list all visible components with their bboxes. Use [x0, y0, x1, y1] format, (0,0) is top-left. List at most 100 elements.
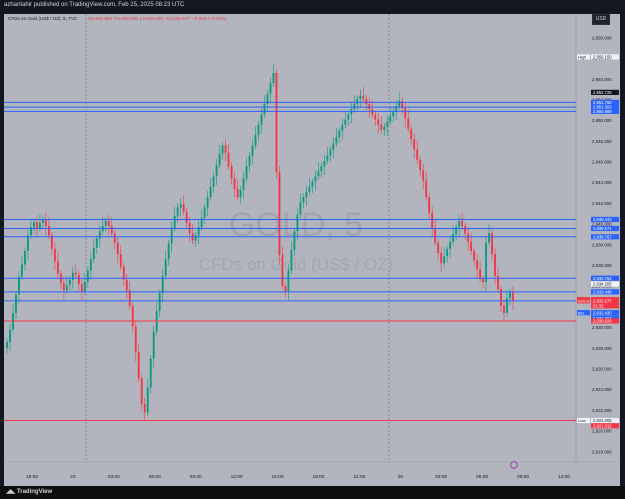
candle-body [494, 254, 496, 276]
candle-body [39, 222, 41, 229]
price-label-text: 2,934.205 [593, 282, 612, 287]
candle-body [239, 189, 242, 198]
candle-body [509, 292, 511, 299]
candle-body [416, 149, 419, 160]
candle-body [446, 248, 449, 257]
price-label-tag: High [578, 55, 586, 60]
y-tick-label: 2,944.000 [592, 180, 612, 185]
candle-body [461, 220, 464, 227]
legend-high: H2,933.868 [114, 16, 138, 21]
candle-body [476, 260, 478, 270]
price-label-text: 2,933.448 [593, 289, 612, 294]
candle-body [320, 166, 323, 172]
tradingview-chart-frame: GOLD, 5 CFDs on Gold (US$ / OZ) 2,958.00… [0, 0, 625, 499]
candle-body [392, 111, 395, 117]
y-tick-label: 2,918.000 [592, 449, 612, 454]
candle-body [251, 145, 254, 156]
price-chart[interactable]: GOLD, 5 CFDs on Gold (US$ / OZ) 2,958.00… [0, 0, 625, 499]
candle-body [482, 278, 484, 282]
candle-body [281, 255, 284, 287]
y-tick-label: 2,946.000 [592, 160, 612, 165]
watermark-line-1: GOLD, 5 [229, 206, 363, 244]
candle-body [236, 188, 239, 198]
candle-body [15, 294, 17, 314]
candle-body [71, 272, 74, 280]
candle-body [176, 207, 179, 216]
publish-info-bar: azhantahir published on TradingView.com,… [0, 0, 625, 10]
candle-body [431, 212, 434, 229]
candle-body [134, 326, 137, 353]
candle-body [275, 72, 278, 173]
candle-body [9, 329, 11, 342]
candle-body [194, 235, 197, 241]
x-tick-label: 18:00 [312, 474, 324, 480]
candle-body [305, 191, 308, 198]
y-tick-label: 2,922.000 [592, 408, 612, 413]
tradingview-logo-text: TradingView [16, 489, 53, 495]
x-tick-label: 06:00 [476, 474, 488, 480]
candle-body [21, 264, 23, 277]
candle-body [179, 204, 182, 208]
candle-body [185, 211, 188, 223]
candle-body [410, 128, 413, 140]
candle-body [170, 228, 173, 244]
candle-body [263, 104, 266, 115]
candle-body [143, 404, 146, 413]
y-tick-label: 2,930.000 [592, 325, 612, 330]
candle-body [86, 270, 89, 282]
candle-body [389, 116, 392, 122]
candle-body [137, 352, 140, 379]
candle-body [68, 279, 71, 286]
candle-body [347, 114, 350, 120]
currency-button[interactable]: USD [592, 14, 610, 25]
candle-body [380, 124, 383, 130]
legend-symbol: CFDs on Gold (US$ / OZ), 5, TVC [8, 16, 78, 21]
candle-body [182, 204, 185, 212]
candle-body [398, 100, 401, 107]
candle-body [338, 130, 341, 138]
tradingview-logo[interactable]: ◢◣ TradingView [6, 488, 52, 497]
candle-body [377, 119, 380, 125]
candle-body [110, 226, 113, 234]
candle-body [24, 250, 26, 265]
candle-body [53, 248, 56, 262]
candle-body [95, 238, 98, 248]
candle-body [308, 186, 311, 192]
candle-body [440, 253, 443, 264]
candle-body [386, 121, 389, 127]
candle-body [332, 143, 335, 150]
candle-body [503, 305, 505, 314]
candle-body [467, 233, 470, 242]
candle-body [65, 285, 68, 291]
price-label-text: 01:32 [593, 303, 604, 308]
candle-body [383, 126, 386, 130]
x-tick-label: 03:00 [435, 474, 447, 480]
candle-body [248, 155, 251, 167]
candle-body [257, 124, 260, 136]
chart-legend: CFDs on Gold (US$ / OZ), 5, TVC O2,932.6… [8, 16, 227, 21]
x-tick-label: 21:00 [353, 474, 365, 480]
price-label-text: 2,956.150 [593, 55, 612, 60]
candle-body [479, 269, 481, 279]
candle-body [299, 202, 302, 215]
candle-body [47, 226, 50, 236]
candle-body [326, 155, 329, 161]
price-label-text: 2,921.012 [593, 423, 612, 428]
candle-body [335, 137, 338, 144]
y-tick-label: 2,958.000 [592, 35, 612, 40]
candle-body [404, 108, 407, 119]
candle-body [356, 98, 359, 105]
x-tick-label: 12:00 [558, 474, 570, 480]
candle-body [329, 149, 332, 156]
candle-body [119, 254, 122, 267]
candle-body [512, 292, 514, 301]
candle-body [290, 249, 293, 271]
y-tick-label: 2,950.000 [592, 118, 612, 123]
candle-body [107, 220, 110, 227]
candle-body [449, 241, 452, 249]
price-label-text: 2,938.767 [593, 234, 612, 239]
candle-body [278, 172, 281, 256]
candle-body [131, 305, 134, 327]
candle-body [50, 235, 53, 249]
candle-body [152, 331, 155, 359]
